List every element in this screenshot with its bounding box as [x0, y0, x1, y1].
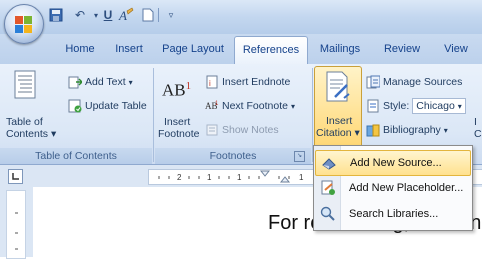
vertical-ruler-ticks-icon — [15, 212, 18, 250]
svg-text:1: 1 — [207, 173, 212, 182]
bibliography-icon — [366, 124, 380, 137]
tab-selector[interactable] — [8, 169, 23, 184]
table-of-contents-icon — [14, 70, 36, 99]
tab-page-layout[interactable]: Page Layout — [158, 34, 228, 64]
insert-footnote-icon: AB1 — [162, 80, 192, 100]
update-table-icon — [68, 99, 82, 113]
style-select[interactable]: Chicago ▾ — [412, 98, 466, 114]
insert-footnote-button[interactable]: AB1 Insert Footnote — [158, 68, 202, 146]
vertical-ruler[interactable] — [6, 190, 26, 259]
menu-item-add-new-placeholder[interactable]: Add New Placeholder... — [315, 176, 471, 200]
insert-citation-icon — [326, 71, 350, 102]
show-notes-icon — [206, 124, 218, 136]
bibliography-button[interactable]: Bibliography ▾ — [366, 122, 448, 138]
menu-item-search-libraries[interactable]: Search Libraries... — [315, 202, 471, 226]
menu-item-label: Search Libraries... — [349, 208, 439, 220]
update-table-button[interactable]: Update Table — [68, 98, 147, 114]
menu-item-add-new-source[interactable]: Add New Source... — [315, 150, 471, 176]
format-painter-icon[interactable]: A — [118, 7, 134, 23]
customize-quick-access-icon[interactable]: ▿ — [163, 7, 179, 23]
svg-text:1: 1 — [215, 101, 219, 107]
add-placeholder-icon — [315, 180, 341, 196]
group-table-of-contents: Table of Contents ▾ Add Text ▾ Update Tab… — [0, 64, 152, 164]
insert-endnote-button[interactable]: i Insert Endnote — [205, 74, 290, 90]
next-group-clipped-label-2: C — [474, 128, 482, 140]
add-text-icon — [68, 76, 82, 89]
search-libraries-icon — [315, 206, 341, 222]
svg-text:2: 2 — [177, 173, 182, 182]
save-icon[interactable] — [48, 7, 64, 23]
svg-text:1: 1 — [299, 173, 304, 182]
insert-footnote-label-line2: Footnote — [158, 128, 200, 140]
manage-sources-button[interactable]: Manage Sources — [366, 74, 462, 90]
tab-mailings[interactable]: Mailings — [312, 34, 368, 64]
tab-insert[interactable]: Insert — [108, 34, 150, 64]
ribbon-tab-row: Home Insert Page Layout References Maili… — [0, 34, 482, 66]
manage-sources-icon — [366, 75, 380, 89]
citation-style-icon — [367, 99, 379, 113]
style-label: Style: — [383, 100, 410, 112]
citation-style-control[interactable]: Style: Chicago ▾ — [366, 98, 466, 114]
tab-review[interactable]: Review — [378, 34, 426, 64]
next-footnote-button[interactable]: AB 1 Next Footnote ▾ — [205, 98, 295, 114]
table-of-contents-button[interactable]: Table of Contents ▾ — [6, 68, 56, 146]
svg-text:i: i — [209, 79, 211, 88]
tab-references[interactable]: References — [234, 36, 308, 66]
add-text-button[interactable]: Add Text ▾ — [68, 74, 133, 90]
menu-item-label: Add New Placeholder... — [349, 182, 464, 194]
group-separator — [153, 68, 154, 162]
quick-access-separator — [158, 8, 159, 22]
insert-citation-button[interactable]: Insert Citation ▾ — [314, 66, 362, 148]
menu-item-label: Add New Source... — [350, 157, 442, 169]
tab-view[interactable]: View — [436, 34, 476, 64]
insert-endnote-icon: i — [206, 75, 218, 89]
group-footnotes: AB1 Insert Footnote i Insert Endnote AB 1… — [155, 64, 311, 164]
title-bar: ↶ ▾ U A ▿ — [0, 0, 482, 34]
group-label-footnotes: Footnotes ↘ — [155, 148, 311, 164]
group-label-table-of-contents: Table of Contents — [0, 148, 152, 164]
office-button[interactable] — [4, 4, 44, 44]
new-document-icon[interactable] — [140, 7, 156, 23]
show-notes-button[interactable]: Show Notes — [205, 122, 279, 138]
next-footnote-icon: AB1 — [205, 101, 219, 111]
undo-icon[interactable]: ↶ — [72, 7, 88, 23]
svg-text:A: A — [118, 8, 127, 23]
insert-citation-label-line2: Citation ▾ — [316, 127, 360, 139]
footnotes-dialog-launcher-icon[interactable]: ↘ — [294, 151, 305, 162]
svg-text:1: 1 — [237, 173, 242, 182]
office-logo-icon — [15, 16, 32, 33]
insert-citation-menu: Add New Source... Add New Placeholder...… — [313, 145, 473, 231]
left-tab-icon — [12, 173, 19, 180]
toc-label-line2: Contents ▾ — [6, 128, 57, 140]
tab-home[interactable]: Home — [57, 34, 103, 64]
add-source-icon — [316, 156, 342, 170]
underline-icon[interactable]: U — [100, 7, 116, 23]
